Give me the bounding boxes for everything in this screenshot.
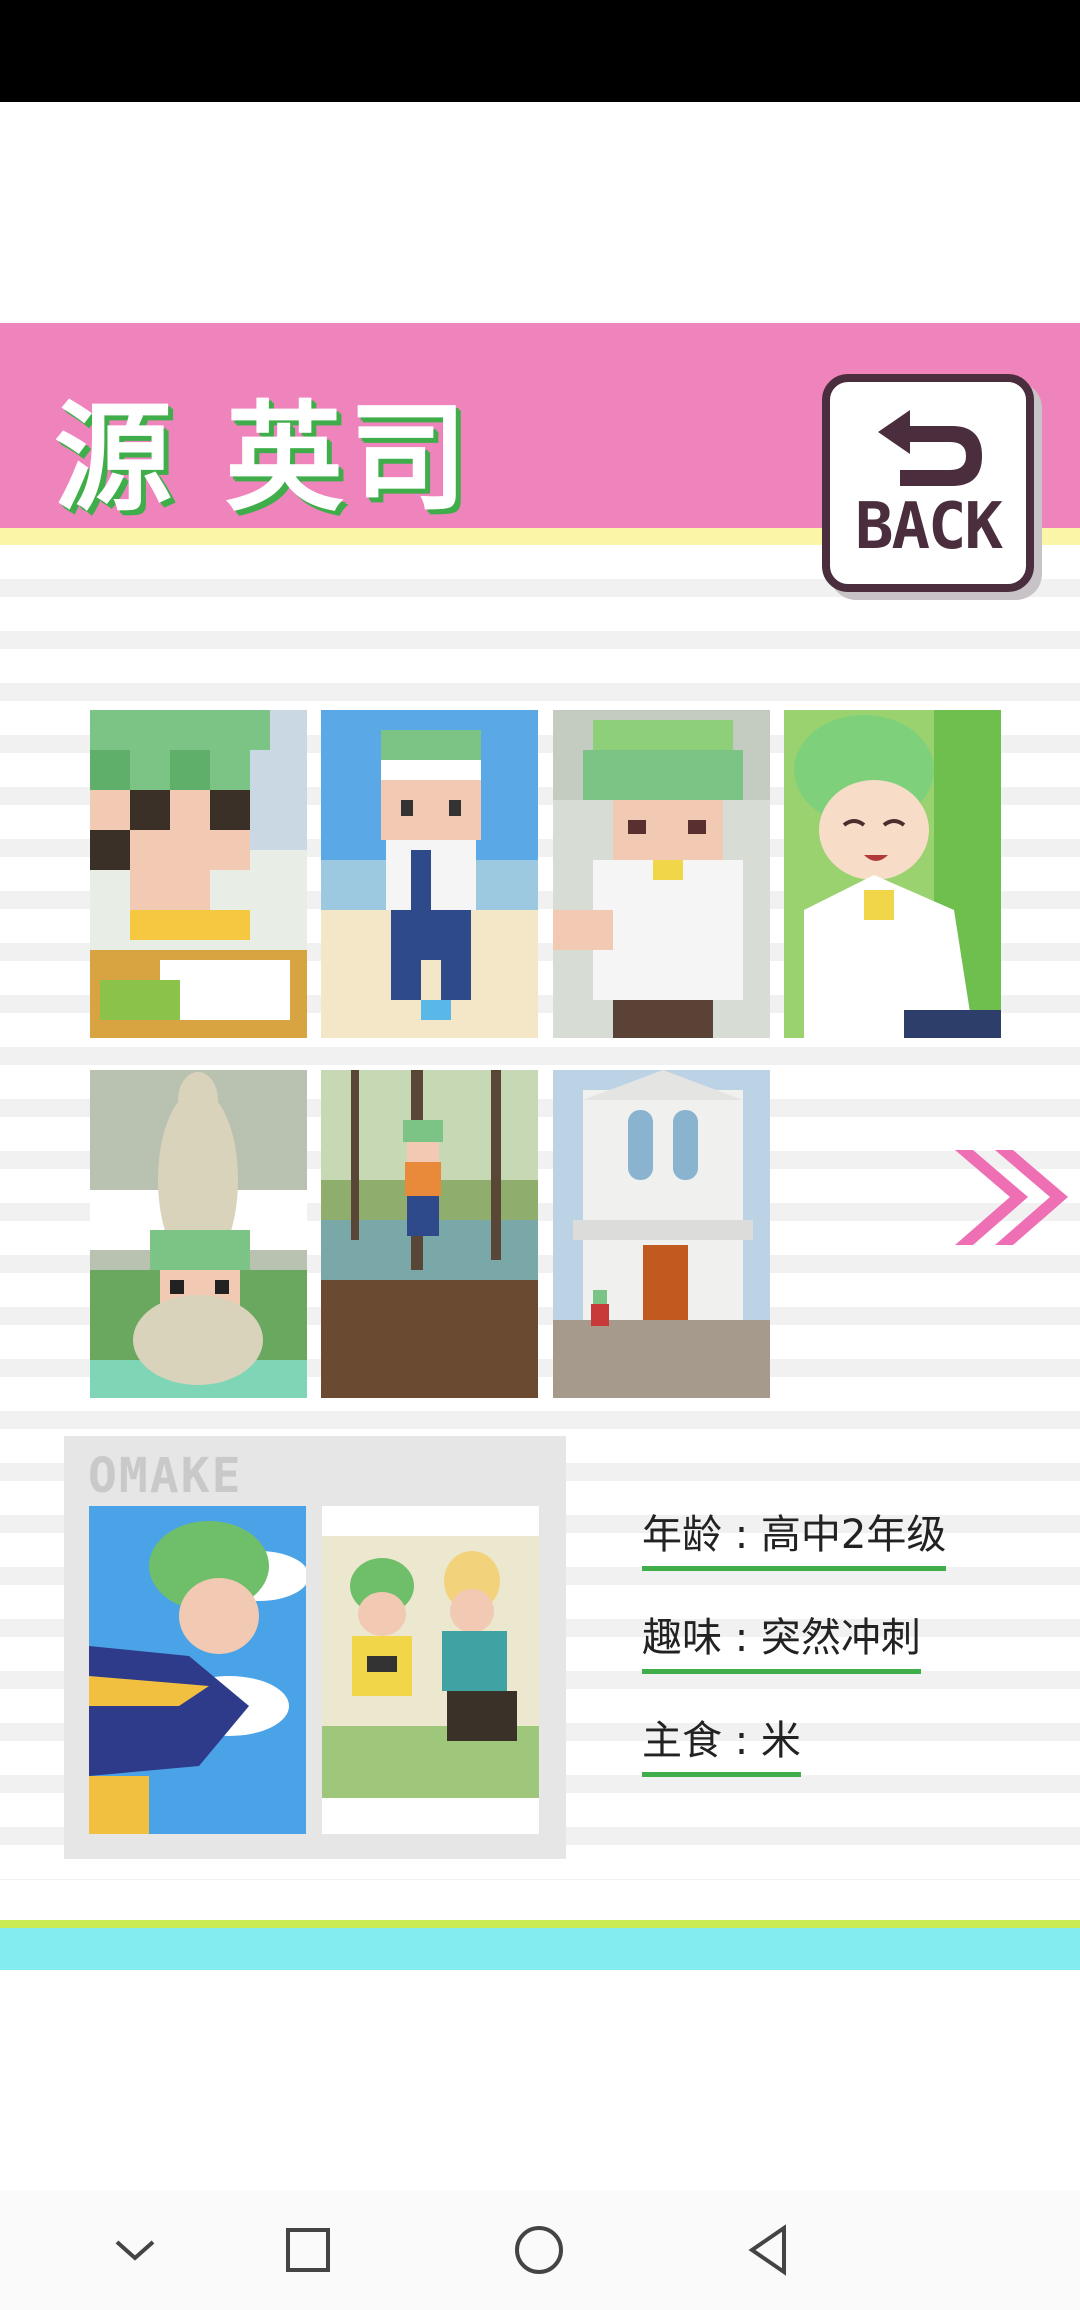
omake-panel: OMAKE [64, 1436, 566, 1859]
profile-staple-food: 主食 : 米 [642, 1708, 801, 1777]
gallery-thumb-5[interactable] [90, 1070, 307, 1398]
back-triangle-icon[interactable] [738, 2218, 802, 2282]
sporty-illustration-image [89, 1506, 306, 1834]
gallery-thumb-1[interactable] [90, 710, 307, 1038]
character-name: 源 英司 [54, 389, 474, 527]
gallery-thumb-4[interactable] [784, 710, 1001, 1038]
smiling-illustration-image [784, 710, 1001, 1038]
back-label: BACK [854, 490, 1003, 564]
stream-image [321, 1070, 538, 1398]
profile-age: 年龄 : 高中2年级 [642, 1502, 947, 1571]
gallery-thumb-7[interactable] [553, 1070, 770, 1398]
classroom-desk-image [90, 710, 307, 1038]
omake-thumb-2[interactable] [322, 1506, 539, 1834]
next-page-arrow[interactable] [955, 1145, 1070, 1250]
status-bar [0, 0, 1080, 102]
gaming-duo-illustration-image [322, 1506, 539, 1834]
omake-title: OMAKE [88, 1448, 243, 1504]
back-button[interactable]: BACK [822, 374, 1034, 592]
circle-icon[interactable] [507, 2218, 571, 2282]
omake-thumb-1[interactable] [89, 1506, 306, 1834]
running-pixel-image [321, 710, 538, 1038]
square-icon[interactable] [276, 2218, 340, 2282]
profile-hobby: 趣味 : 突然冲刺 [642, 1605, 921, 1674]
gallery-thumb-6[interactable] [321, 1070, 538, 1398]
gallery-thumb-2[interactable] [321, 710, 538, 1038]
footer-cyan-band [0, 1928, 1080, 1970]
chevron-down-icon[interactable] [103, 2218, 167, 2282]
gallery-thumb-3[interactable] [553, 710, 770, 1038]
kangaroo-statue-image [90, 1070, 307, 1398]
return-arrow-icon [878, 410, 982, 486]
footer-lime-band [0, 1920, 1080, 1928]
church-image [553, 1070, 770, 1398]
white-shirt-pixel-image [553, 710, 770, 1038]
